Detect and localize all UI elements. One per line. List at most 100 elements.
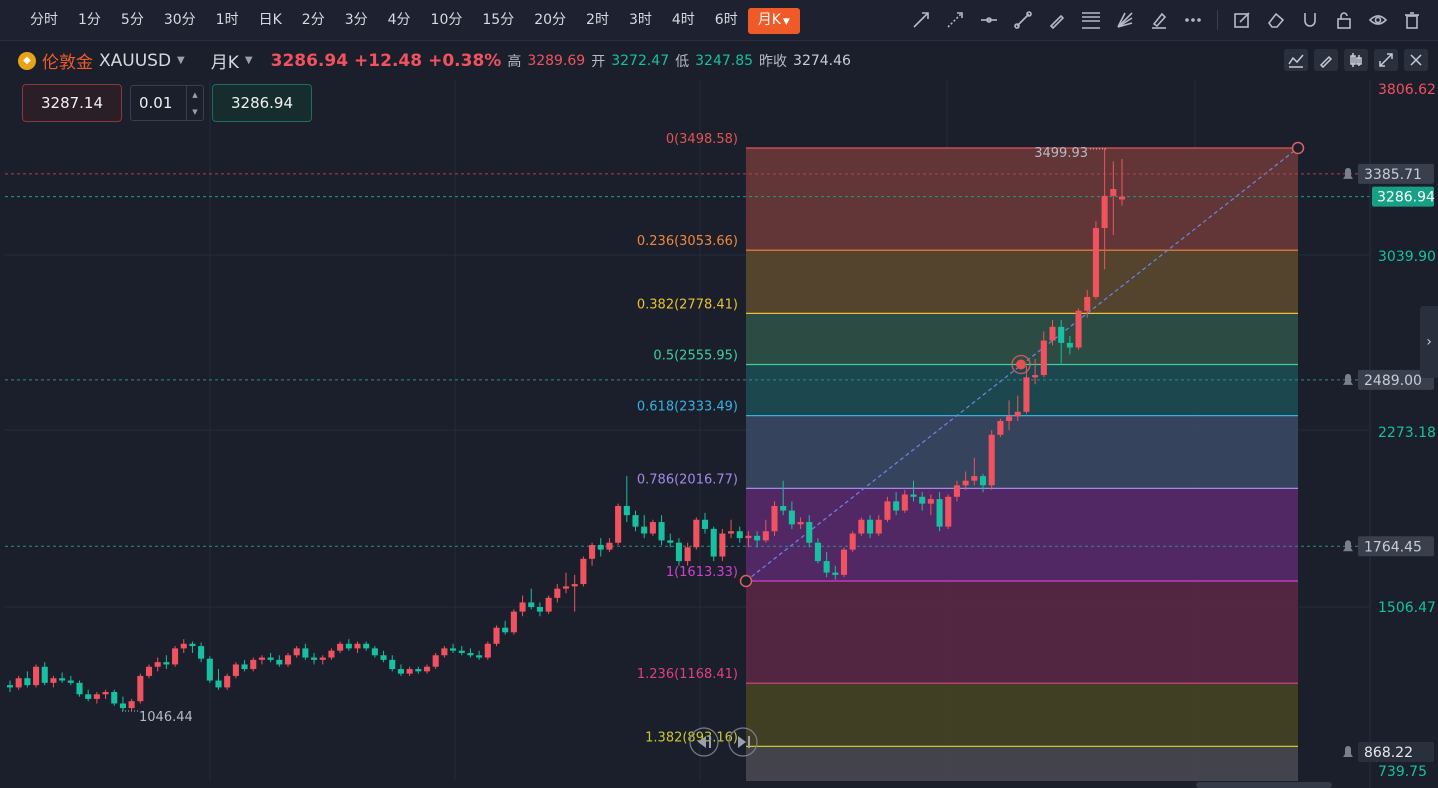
expand-panel-icon[interactable]: › <box>1420 306 1438 378</box>
candle-body-80 <box>701 519 709 529</box>
candle-body-69 <box>606 542 613 550</box>
fib-label-3: 0.5(2555.95) <box>653 349 738 364</box>
gold-coin-icon: ◆ <box>18 51 36 70</box>
indicator-icon[interactable] <box>1284 49 1308 71</box>
candle-body-94 <box>823 561 830 573</box>
candle-body-48 <box>423 666 431 672</box>
fib-band-3 <box>746 364 1298 416</box>
candle-body-102 <box>893 501 900 511</box>
candle-body-109 <box>953 485 960 497</box>
candle-body-68 <box>597 545 604 550</box>
fib-label-0: 0(3498.58) <box>666 132 738 147</box>
candle-body-15 <box>137 675 144 702</box>
high-value: 3289.69 <box>527 52 586 69</box>
candle-body-67 <box>589 545 596 559</box>
fib-band-4 <box>746 415 1298 489</box>
horizontal-scrollbar[interactable] <box>1196 782 1332 788</box>
fib-label-7: 1.236(1168.41) <box>637 667 738 682</box>
candle-body-85 <box>745 535 752 539</box>
period-selector[interactable]: 月K <box>211 48 239 73</box>
axis-label-6: 1764.45 <box>1364 539 1422 555</box>
collapse-icon[interactable] <box>1374 49 1398 71</box>
candle-body-59 <box>519 602 526 612</box>
candle-body-101 <box>884 501 891 520</box>
chevron-down-icon[interactable]: ▼ <box>245 55 253 66</box>
candle-body-125 <box>1092 228 1099 297</box>
candle-body-64 <box>562 586 570 589</box>
candle-body-25 <box>224 675 231 688</box>
candle-body-121 <box>1058 326 1065 343</box>
candle-body-122 <box>1066 342 1073 348</box>
fib-label-6: 1(1613.33) <box>666 565 738 580</box>
candle-body-60 <box>528 602 535 608</box>
candle-body-22 <box>198 646 205 659</box>
candle-body-103 <box>901 494 908 511</box>
candle-body-29 <box>258 657 265 660</box>
fib-band-8 <box>746 746 1298 781</box>
candle-body-12 <box>111 692 118 704</box>
candle-style-icon[interactable] <box>1344 49 1368 71</box>
candle-body-76 <box>667 540 674 543</box>
candle-body-72 <box>632 515 639 527</box>
candle-body-7 <box>67 680 74 683</box>
buy-button[interactable]: 3286.94 <box>212 84 312 122</box>
candle-body-115 <box>1006 416 1013 421</box>
candle-body-86 <box>754 535 761 541</box>
candle-body-57 <box>502 627 509 633</box>
candle-body-17 <box>154 662 161 667</box>
axis-label-3: 3039.90 <box>1378 249 1436 265</box>
lot-stepper[interactable]: ▲ ▼ <box>186 86 203 120</box>
candle-body-61 <box>536 607 543 612</box>
chevron-up-icon[interactable]: ▲ <box>192 91 197 99</box>
candle-body-105 <box>919 496 926 504</box>
candle-body-38 <box>337 643 344 651</box>
candle-body-77 <box>675 542 682 562</box>
sell-button[interactable]: 3287.14 <box>22 84 122 122</box>
fib-anchor-start[interactable] <box>739 574 753 588</box>
candle-body-93 <box>814 542 821 562</box>
fib-band-2 <box>746 313 1298 365</box>
candle-body-33 <box>293 648 300 656</box>
candle-body-16 <box>145 666 153 676</box>
fib-anchor-end[interactable] <box>1291 141 1305 155</box>
candle-body-74 <box>649 522 656 534</box>
candle-body-1 <box>15 678 22 688</box>
chevron-down-icon[interactable]: ▼ <box>177 55 185 66</box>
candle-body-49 <box>432 655 439 667</box>
candle-body-10 <box>93 694 100 699</box>
candle-body-54 <box>476 655 483 658</box>
candle-body-55 <box>484 643 491 658</box>
draw-icon[interactable] <box>1314 49 1338 71</box>
alert-bell-icon[interactable] <box>1343 746 1353 757</box>
chart-controls <box>1284 49 1428 71</box>
candle-body-3 <box>33 666 40 686</box>
candle-body-28 <box>250 659 257 670</box>
fib-midpoint[interactable] <box>1016 359 1026 370</box>
candle-body-79 <box>693 519 700 548</box>
symbol-code[interactable]: XAUUSD <box>99 51 171 71</box>
lot-input[interactable]: 0.01 ▲ ▼ <box>130 85 204 121</box>
candle-body-119 <box>1040 340 1047 376</box>
candle-body-56 <box>493 627 500 644</box>
candle-body-30 <box>267 657 274 660</box>
candle-body-126 <box>1101 195 1108 229</box>
low-value: 3247.85 <box>695 52 754 69</box>
axis-label-5: 2273.18 <box>1378 425 1436 441</box>
lot-value: 0.01 <box>139 94 173 112</box>
chevron-down-icon[interactable]: ▼ <box>192 108 197 116</box>
candle-body-100 <box>875 519 882 534</box>
candle-body-32 <box>284 655 292 665</box>
candle-body-19 <box>172 648 179 665</box>
candle-body-9 <box>85 694 92 699</box>
close-icon[interactable] <box>1404 49 1428 71</box>
candle-body-13 <box>119 703 126 709</box>
candle-body-37 <box>328 650 335 658</box>
candle-body-2 <box>24 678 31 686</box>
candle-body-97 <box>849 533 856 550</box>
axis-label-7: 1506.47 <box>1378 600 1436 616</box>
candle-body-70 <box>615 505 622 543</box>
fib-label-5: 0.786(2016.77) <box>637 472 738 487</box>
candle-body-83 <box>728 531 735 534</box>
candle-body-96 <box>840 549 848 575</box>
candle-body-41 <box>363 643 370 649</box>
